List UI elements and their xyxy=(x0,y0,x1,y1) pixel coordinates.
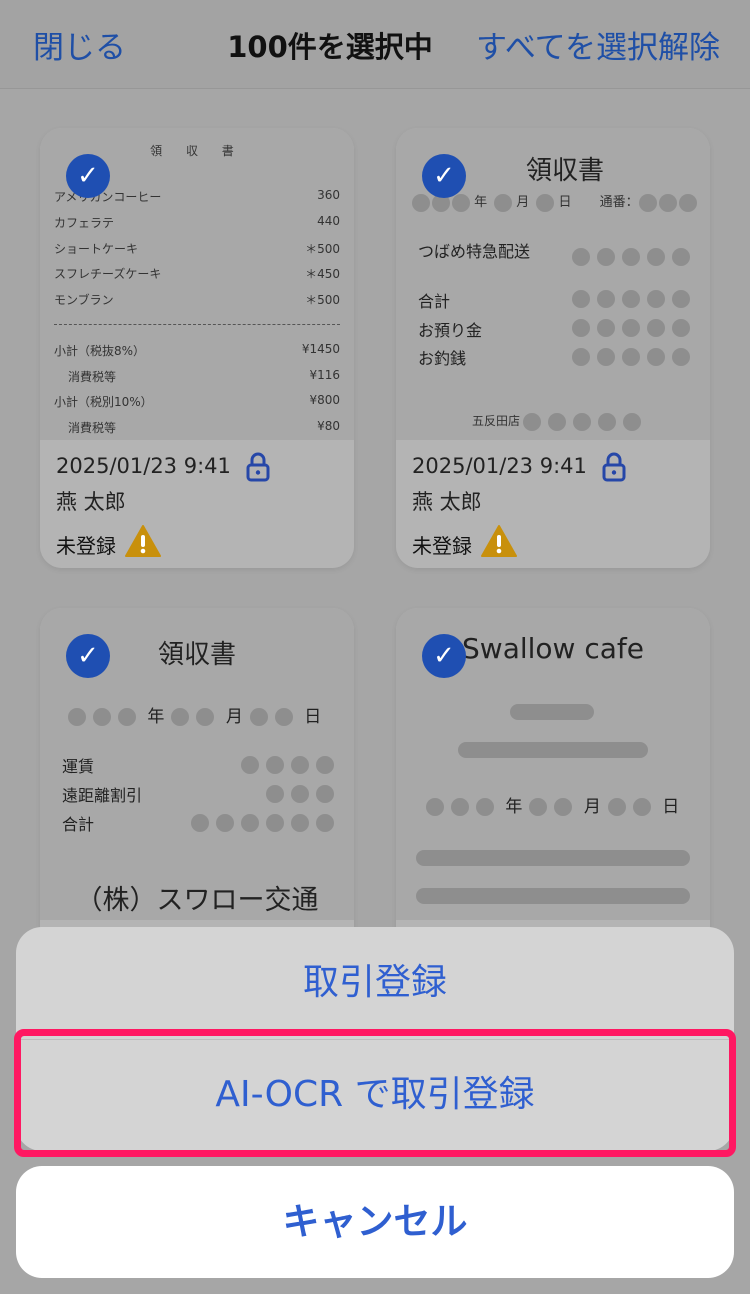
receipt-row-label: 遠距離割引 xyxy=(62,786,143,805)
navigation-bar: 閉じる 100件を選択中 すべてを選択解除 xyxy=(0,0,750,89)
highlight-frame xyxy=(14,1029,736,1157)
receipt-owner: 燕 太郎 xyxy=(412,490,482,514)
receipt-date-row: 年 月 日 xyxy=(426,792,679,817)
placeholder-bar xyxy=(416,888,690,904)
receipt-item: つばめ特急配送 xyxy=(418,242,531,261)
placeholder-bar xyxy=(416,850,690,866)
receipt-row-label: 合計 xyxy=(62,815,95,834)
status-label: 未登録 xyxy=(412,534,472,558)
receipt-card[interactable]: 領収書 年 月 日 通番： つばめ特急配送 合計 お預り金 お釣銭 五反田店 ✓… xyxy=(396,128,710,568)
masked-value xyxy=(565,288,690,308)
register-transaction-button[interactable]: 取引登録 xyxy=(16,927,734,1039)
selected-check-icon[interactable]: ✓ xyxy=(422,634,466,678)
receipt-line: 小計（税別10%） ¥800 xyxy=(54,393,340,409)
card-info: 2025/01/23 9:41 燕 太郎 未登録 xyxy=(40,440,354,568)
receipt-line: 小計（税抜8%） ¥1450 xyxy=(54,342,340,358)
selected-check-icon[interactable]: ✓ xyxy=(422,154,466,198)
masked-value xyxy=(565,246,690,266)
card-info: 2025/01/23 9:41 燕 太郎 未登録 xyxy=(396,440,710,568)
receipt-line: スフレチーズケーキ ＊450 xyxy=(54,267,340,281)
receipt-row-label: お釣銭 xyxy=(418,349,467,368)
receipt-row-label: 合計 xyxy=(418,292,451,311)
receipt-row-label: お預り金 xyxy=(418,321,483,340)
lock-icon xyxy=(602,452,626,482)
warning-icon xyxy=(481,525,517,557)
placeholder-bar xyxy=(510,704,594,720)
receipt-line: 消費税等 ¥80 xyxy=(68,419,340,435)
deselect-all-button[interactable]: すべてを選択解除 xyxy=(476,22,720,67)
placeholder-bar xyxy=(458,742,648,758)
masked-value xyxy=(184,812,334,832)
lock-icon xyxy=(246,452,270,482)
receipt-date-row: 年 月 日 xyxy=(68,702,321,727)
receipt-datetime: 2025/01/23 9:41 xyxy=(412,454,587,478)
receipt-datetime: 2025/01/23 9:41 xyxy=(56,454,231,478)
receipt-owner: 燕 太郎 xyxy=(56,490,126,514)
receipt-card[interactable]: 領 収 書 アメリカンコーヒー 360 カフェラテ 440 ショートケーキ ＊500 … xyxy=(40,128,354,568)
receipt-line: ショートケーキ ＊500 xyxy=(54,242,340,256)
masked-value xyxy=(565,346,690,366)
receipt-line: 消費税等 ¥116 xyxy=(68,368,340,384)
cancel-button[interactable]: キャンセル xyxy=(16,1166,734,1278)
status-label: 未登録 xyxy=(56,534,116,558)
receipt-line: モンブラン ＊500 xyxy=(54,293,340,307)
masked-value xyxy=(259,783,334,803)
selected-check-icon[interactable]: ✓ xyxy=(66,154,110,198)
selected-check-icon[interactable]: ✓ xyxy=(66,634,110,678)
receipt-company: （株）スワロー交通 xyxy=(75,885,319,916)
receipt-store: 五反田店 xyxy=(472,412,642,431)
receipt-row-label: 運賃 xyxy=(62,757,95,776)
masked-value xyxy=(565,317,690,337)
receipt-divider xyxy=(54,324,340,325)
receipt-line: カフェラテ 440 xyxy=(54,214,340,230)
masked-value xyxy=(234,754,334,774)
warning-icon xyxy=(125,525,161,557)
